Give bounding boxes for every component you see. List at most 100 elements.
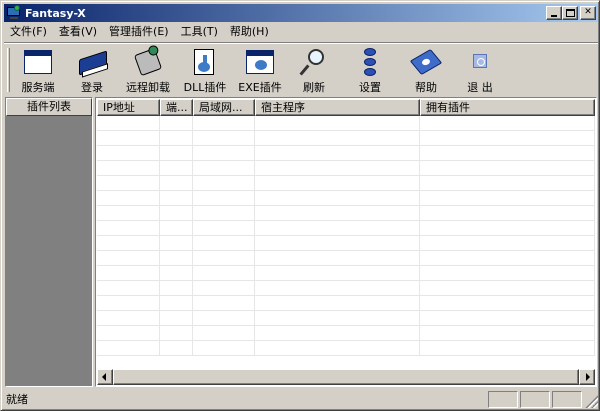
help-button[interactable]: 帮助 bbox=[406, 47, 446, 95]
maximize-button[interactable] bbox=[562, 6, 578, 20]
table-row[interactable] bbox=[97, 146, 595, 161]
server-button-label: 服务端 bbox=[21, 81, 55, 94]
settings-button-label: 设置 bbox=[359, 81, 381, 94]
table-cell bbox=[160, 311, 193, 326]
status-pane-2 bbox=[520, 391, 550, 408]
table-cell bbox=[97, 176, 160, 191]
menu-view[interactable]: 查看(V) bbox=[53, 23, 103, 41]
column-headers: IP地址 端... 局域网... 宿主程序 拥有插件 bbox=[97, 99, 595, 116]
table-row[interactable] bbox=[97, 236, 595, 251]
table-cell bbox=[97, 221, 160, 236]
menu-file[interactable]: 文件(F) bbox=[4, 23, 53, 41]
close-icon: ✕ bbox=[584, 7, 592, 17]
table-cell bbox=[420, 341, 595, 356]
remote-uninstall-label: 远程卸载 bbox=[126, 81, 170, 94]
table-cell bbox=[160, 206, 193, 221]
dll-plugin-icon bbox=[188, 47, 222, 77]
table-cell bbox=[193, 161, 255, 176]
table-cell bbox=[193, 266, 255, 281]
table-cell bbox=[255, 191, 420, 206]
table-row[interactable] bbox=[97, 296, 595, 311]
table-cell bbox=[255, 341, 420, 356]
table-row[interactable] bbox=[97, 176, 595, 191]
table-cell bbox=[420, 221, 595, 236]
login-button[interactable]: 登录 bbox=[68, 47, 116, 95]
table-cell bbox=[160, 191, 193, 206]
table-cell bbox=[97, 281, 160, 296]
table-cell bbox=[255, 146, 420, 161]
table-cell bbox=[420, 206, 595, 221]
table-row[interactable] bbox=[97, 191, 595, 206]
table-cell bbox=[255, 281, 420, 296]
table-cell bbox=[420, 116, 595, 131]
menu-tools[interactable]: 工具(T) bbox=[175, 23, 224, 41]
table-cell bbox=[255, 326, 420, 341]
exe-plugin-icon bbox=[243, 47, 277, 77]
refresh-button[interactable]: 刷新 bbox=[294, 47, 334, 95]
table-cell bbox=[160, 341, 193, 356]
scroll-left-button[interactable] bbox=[97, 369, 113, 385]
column-header-lan[interactable]: 局域网... bbox=[193, 99, 255, 116]
column-header-host-program[interactable]: 宿主程序 bbox=[255, 99, 420, 116]
maximize-icon bbox=[566, 9, 575, 17]
menu-manage-plugins[interactable]: 管理插件(E) bbox=[103, 23, 175, 41]
close-button[interactable]: ✕ bbox=[580, 6, 596, 20]
status-pane-1 bbox=[488, 391, 518, 408]
app-icon[interactable] bbox=[6, 5, 22, 21]
table-cell bbox=[255, 176, 420, 191]
table-cell bbox=[193, 176, 255, 191]
table-row[interactable] bbox=[97, 311, 595, 326]
app-window: Fantasy-X ✕ 文件(F) 查看(V) 管理插件(E) 工具(T) 帮助… bbox=[0, 0, 600, 411]
title-bar[interactable]: Fantasy-X ✕ bbox=[4, 4, 598, 22]
table-cell bbox=[255, 206, 420, 221]
table-cell bbox=[97, 161, 160, 176]
exit-button[interactable]: 退 出 bbox=[460, 47, 500, 95]
table-cell bbox=[193, 296, 255, 311]
settings-button[interactable]: 设置 bbox=[350, 47, 390, 95]
plugin-list-header[interactable]: 插件列表 bbox=[6, 98, 92, 116]
table-row[interactable] bbox=[97, 341, 595, 356]
horizontal-scrollbar[interactable] bbox=[97, 369, 595, 385]
table-row[interactable] bbox=[97, 326, 595, 341]
column-header-ip[interactable]: IP地址 bbox=[97, 99, 160, 116]
table-cell bbox=[97, 131, 160, 146]
status-pane-3 bbox=[552, 391, 582, 408]
server-button[interactable]: 服务端 bbox=[14, 47, 62, 95]
table-cell bbox=[193, 191, 255, 206]
scroll-right-button[interactable] bbox=[579, 369, 595, 385]
menu-help[interactable]: 帮助(H) bbox=[224, 23, 275, 41]
table-cell bbox=[160, 221, 193, 236]
column-header-plugins[interactable]: 拥有插件 bbox=[420, 99, 595, 116]
table-row[interactable] bbox=[97, 221, 595, 236]
table-row[interactable] bbox=[97, 266, 595, 281]
help-book-icon bbox=[409, 47, 443, 77]
login-book-icon bbox=[75, 47, 109, 77]
table-row[interactable] bbox=[97, 161, 595, 176]
table-cell bbox=[97, 251, 160, 266]
table-row[interactable] bbox=[97, 206, 595, 221]
dll-plugin-button[interactable]: DLL插件 bbox=[180, 47, 230, 95]
status-text: 就绪 bbox=[6, 393, 28, 406]
table-cell bbox=[420, 266, 595, 281]
table-cell bbox=[193, 221, 255, 236]
column-header-port[interactable]: 端... bbox=[160, 99, 193, 116]
resize-grip[interactable] bbox=[584, 394, 598, 408]
table-row[interactable] bbox=[97, 251, 595, 266]
scroll-thumb[interactable] bbox=[113, 369, 579, 385]
plugin-list-body[interactable] bbox=[6, 116, 92, 386]
menu-bar: 文件(F) 查看(V) 管理插件(E) 工具(T) 帮助(H) bbox=[4, 23, 598, 41]
host-list-view[interactable]: IP地址 端... 局域网... 宿主程序 拥有插件 bbox=[95, 97, 597, 387]
table-row[interactable] bbox=[97, 281, 595, 296]
table-cell bbox=[97, 206, 160, 221]
table-row[interactable] bbox=[97, 116, 595, 131]
remote-uninstall-button[interactable]: 远程卸载 bbox=[120, 47, 176, 95]
toolbar-grip[interactable] bbox=[7, 48, 10, 92]
scroll-track[interactable] bbox=[113, 369, 579, 385]
table-cell bbox=[255, 131, 420, 146]
table-row[interactable] bbox=[97, 131, 595, 146]
exe-plugin-button[interactable]: EXE插件 bbox=[234, 47, 286, 95]
table-cell bbox=[160, 251, 193, 266]
minimize-button[interactable] bbox=[546, 6, 562, 20]
table-cell bbox=[97, 341, 160, 356]
table-cell bbox=[255, 311, 420, 326]
